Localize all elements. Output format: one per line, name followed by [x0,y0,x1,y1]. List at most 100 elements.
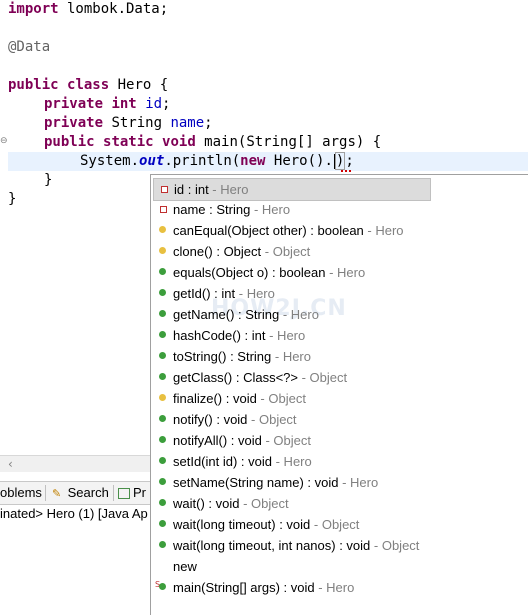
proposal-signature: getId() : int [173,286,236,301]
proposal-item[interactable]: toString() : String - Hero [153,346,429,367]
public-method-icon [159,373,166,380]
public-method-icon [159,478,166,485]
code-line-close-method: } [44,172,53,188]
proposal-label: id : int - Hero [174,179,248,200]
proposal-label: equals(Object o) : boolean - Hero [173,262,365,283]
tab-search[interactable]: ✎ Search [52,482,109,504]
proposal-declaring-type: - Hero [314,580,355,595]
proposal-label: wait(long timeout) : void - Object [173,514,359,535]
proposal-signature: getName() : String [173,307,280,322]
proposal-item[interactable]: getId() : int - Hero [153,283,429,304]
public-method-icon [159,268,166,275]
proposal-signature: notify() : void [173,412,248,427]
proposal-item[interactable]: notifyAll() : void - Object [153,430,429,451]
proposal-item[interactable]: wait(long timeout) : void - Object [153,514,429,535]
proposal-label: new [173,556,197,577]
proposal-item[interactable]: hashCode() : int - Hero [153,325,429,346]
code-line-current: System.out.println(new Hero().); [80,152,354,170]
tab-problems[interactable]: oblems [0,482,42,504]
tab-divider [113,485,114,501]
proposal-signature: wait(long timeout) : void [173,517,311,532]
proposal-declaring-type: - Hero [279,307,319,322]
proposal-item[interactable]: wait() : void - Object [153,493,429,514]
proposal-label: hashCode() : int - Hero [173,325,305,346]
proposal-declaring-type: - Object [310,517,360,532]
proposal-signature: wait() : void [173,496,240,511]
proposal-declaring-type: - Hero [272,454,312,469]
code-line-main: public static void main(String[] args) { [44,134,382,150]
private-field-icon [160,206,167,213]
proposal-declaring-type: - Hero [325,265,366,280]
proposal-signature: hashCode() : int [173,328,266,343]
proposal-item[interactable]: wait(long timeout, int nanos) : void - O… [153,535,429,556]
code-line-field-id: private int id; [44,96,171,112]
tab-progress[interactable]: Pr [118,482,146,504]
proposal-item[interactable]: new [153,556,429,577]
proposal-declaring-type: - Object [261,433,311,448]
proposal-label: setId(int id) : void - Hero [173,451,312,472]
proposal-item[interactable]: finalize() : void - Object [153,388,429,409]
proposal-item[interactable]: getName() : String - Hero [153,304,429,325]
proposal-item[interactable]: equals(Object o) : boolean - Hero [153,262,429,283]
horizontal-scrollbar[interactable]: ‹ [0,455,150,472]
public-method-icon [159,541,166,548]
proposal-declaring-type: - Object [261,244,311,259]
proposal-item[interactable]: Smain(String[] args) : void - Hero [153,577,429,598]
proposal-item[interactable]: name : String - Hero [153,199,429,220]
search-icon: ✎ [52,487,62,500]
protected-method-icon [159,226,166,233]
public-method-icon [159,520,166,527]
private-field-icon [161,186,168,193]
proposal-item[interactable]: setId(int id) : void - Hero [153,451,429,472]
proposal-label: getClass() : Class<?> - Object [173,367,347,388]
proposal-label: notify() : void - Object [173,409,297,430]
proposal-signature: equals(Object o) : boolean [173,265,326,280]
proposal-label: wait() : void - Object [173,493,289,514]
code-line-import: import lombok.Data; [8,1,169,17]
proposal-label: canEqual(Object other) : boolean - Hero [173,220,404,241]
proposal-declaring-type: - Hero [338,475,379,490]
static-method-icon [159,583,166,590]
proposal-declaring-type: - Object [370,538,420,553]
proposal-signature: notifyAll() : void [173,433,262,448]
progress-icon [118,488,130,500]
protected-method-icon [159,394,166,401]
console-header: inated> Hero (1) [Java Ap [0,506,148,521]
proposal-item[interactable]: id : int - Hero [153,178,431,201]
proposal-signature: wait(long timeout, int nanos) : void [173,538,371,553]
error-squiggle [341,167,351,172]
proposal-declaring-type: - Hero [208,182,249,197]
code-line-field-name: private String name; [44,115,213,131]
code-line-annotation: @Data [8,39,51,55]
proposal-label: notifyAll() : void - Object [173,430,311,451]
proposal-item[interactable]: clone() : Object - Object [153,241,429,262]
public-method-icon [159,415,166,422]
fold-marker-icon[interactable]: ⊖ [0,136,8,146]
code-line-close-class: } [8,191,17,207]
proposal-declaring-type: - Hero [265,328,306,343]
proposal-declaring-type: - Object [298,370,348,385]
public-method-icon [159,352,166,359]
proposal-signature: new [173,559,197,574]
proposal-signature: name : String [173,202,251,217]
proposal-declaring-type: - Object [247,412,297,427]
proposal-item[interactable]: getClass() : Class<?> - Object [153,367,429,388]
proposal-label: setName(String name) : void - Hero [173,472,378,493]
proposal-signature: getClass() : Class<?> [173,370,298,385]
proposal-item[interactable]: setName(String name) : void - Hero [153,472,429,493]
protected-method-icon [159,247,166,254]
code-line-class: public class Hero { [8,77,169,93]
scroll-left-icon[interactable]: ‹ [8,456,13,472]
proposal-item[interactable]: canEqual(Object other) : boolean - Hero [153,220,429,241]
content-assist-popup[interactable]: HOW2J.CN id : int - Hero name : String - … [150,174,528,615]
public-method-icon [159,499,166,506]
proposal-signature: clone() : Object [173,244,262,259]
proposal-label: getName() : String - Hero [173,304,319,325]
proposal-item[interactable]: notify() : void - Object [153,409,429,430]
proposal-declaring-type: - Hero [363,223,404,238]
proposal-declaring-type: - Object [256,391,306,406]
proposal-signature: setId(int id) : void [173,454,272,469]
proposal-label: finalize() : void - Object [173,388,306,409]
public-method-icon [159,310,166,317]
proposal-declaring-type: - Object [239,496,289,511]
